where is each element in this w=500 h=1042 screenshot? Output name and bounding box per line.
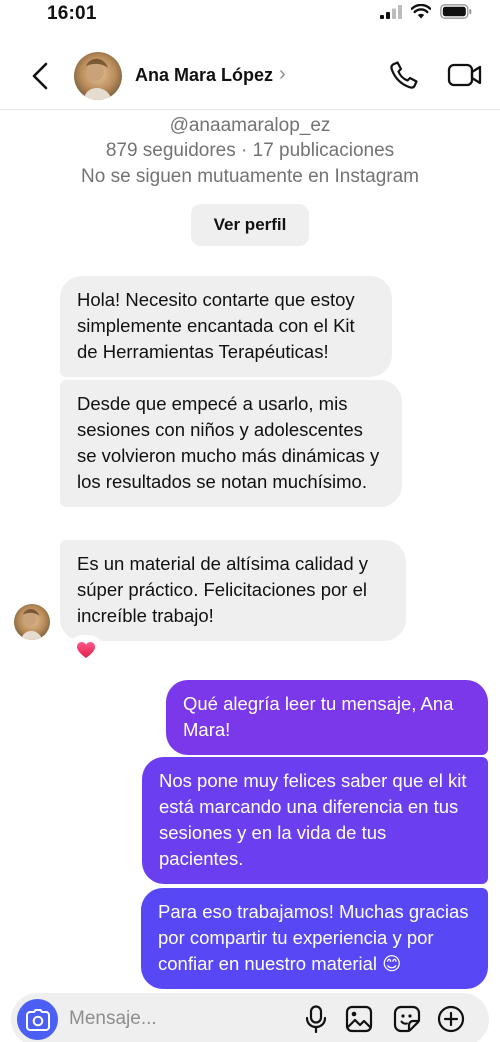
- contact-name: Ana Mara López: [135, 65, 274, 85]
- wifi-icon: [411, 4, 431, 19]
- status-bar: 16:01: [0, 0, 500, 30]
- profile-info: @anaamaralop_ez 879 seguidores · 17 publ…: [0, 114, 500, 190]
- voice-message-button[interactable]: [302, 1005, 330, 1033]
- video-camera-icon: [447, 63, 482, 87]
- profile-stats: 879 seguidores · 17 publicaciones: [105, 140, 395, 161]
- video-call-button[interactable]: [447, 59, 483, 91]
- audio-call-button[interactable]: [388, 59, 420, 91]
- outgoing-message[interactable]: Nos pone muy felices saber que el kit es…: [142, 757, 488, 884]
- status-time: 16:01: [47, 3, 97, 24]
- microphone-icon: [305, 1005, 327, 1033]
- gallery-icon: [345, 1005, 373, 1033]
- outgoing-message[interactable]: Para eso trabajamos! Muchas gracias por …: [141, 888, 488, 989]
- message-input[interactable]: [69, 1005, 269, 1033]
- incoming-message[interactable]: Hola! Necesito contarte que estoy simple…: [60, 276, 392, 377]
- view-profile-button[interactable]: Ver perfil: [191, 204, 309, 246]
- avatar-photo: [14, 604, 50, 640]
- contact-name-button[interactable]: Ana Mara López ›: [135, 63, 286, 86]
- camera-button[interactable]: [17, 999, 58, 1040]
- contact-avatar[interactable]: [74, 52, 122, 100]
- more-options-button[interactable]: [437, 1005, 465, 1033]
- outgoing-message[interactable]: Qué alegría leer tu mensaje, Ana Mara!: [166, 680, 488, 755]
- status-icons: [380, 4, 472, 19]
- chevron-right-icon: ›: [279, 63, 286, 85]
- gallery-button[interactable]: [345, 1005, 373, 1033]
- phone-icon: [390, 61, 418, 89]
- avatar-photo: [74, 52, 122, 100]
- camera-icon: [25, 1008, 50, 1031]
- incoming-message[interactable]: Es un material de altísima calidad y súp…: [60, 540, 406, 641]
- back-arrow-icon: [32, 62, 48, 90]
- sender-avatar[interactable]: [14, 604, 50, 640]
- profile-mutual-status: No se siguen mutuamente en Instagram: [81, 166, 419, 187]
- plus-icon: [437, 1005, 465, 1033]
- battery-icon: [440, 4, 472, 19]
- sticker-button[interactable]: [393, 1005, 421, 1033]
- chat-header: Ana Mara López ›: [0, 44, 500, 110]
- profile-handle: @anaamaralop_ez: [169, 115, 331, 136]
- back-button[interactable]: [26, 58, 54, 94]
- message-composer: [11, 993, 489, 1042]
- heart-reaction[interactable]: [68, 635, 104, 665]
- heart-icon: [77, 642, 95, 658]
- signal-icon: [380, 4, 402, 19]
- sticker-icon: [393, 1005, 421, 1033]
- incoming-message[interactable]: Desde que empecé a usarlo, mis sesiones …: [60, 380, 402, 507]
